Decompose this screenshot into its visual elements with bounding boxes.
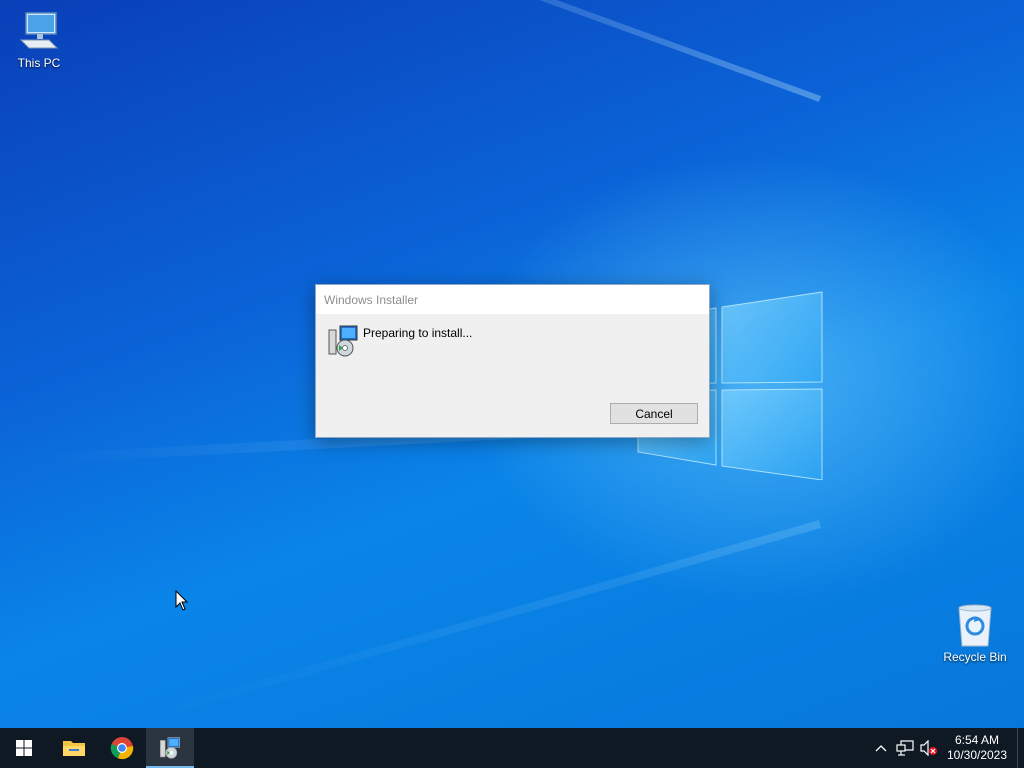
windows-installer-dialog: Windows Installer Preparing to install..… bbox=[315, 284, 710, 438]
network-icon bbox=[896, 740, 914, 756]
installer-icon bbox=[160, 737, 180, 759]
desktop-icon-label: This PC bbox=[17, 56, 61, 70]
show-desktop-button[interactable] bbox=[1017, 728, 1024, 768]
windows-start-icon bbox=[16, 740, 32, 756]
desktop: This PC Recycle Bin Windows Installer Pr… bbox=[0, 0, 1024, 728]
taskbar: 6:54 AM 10/30/2023 bbox=[0, 728, 1024, 768]
desktop-icon-recycle-bin[interactable]: Recycle Bin bbox=[937, 602, 1013, 664]
folder-icon bbox=[63, 741, 85, 756]
computer-icon bbox=[19, 12, 59, 49]
dialog-body: Preparing to install... Cancel bbox=[316, 314, 709, 436]
volume-button[interactable] bbox=[917, 728, 941, 768]
cancel-button[interactable]: Cancel bbox=[610, 403, 698, 424]
light-ray bbox=[146, 520, 822, 721]
chrome-icon bbox=[110, 737, 134, 760]
taskbar-windows-installer[interactable] bbox=[146, 728, 194, 768]
recycle-bin-icon bbox=[958, 604, 992, 647]
network-button[interactable] bbox=[893, 728, 917, 768]
desktop-icon-this-pc[interactable]: This PC bbox=[1, 10, 77, 70]
volume-muted-icon bbox=[920, 740, 937, 756]
mouse-cursor-icon bbox=[175, 590, 189, 611]
clock-time: 6:54 AM bbox=[954, 733, 1000, 747]
dialog-message: Preparing to install... bbox=[363, 326, 473, 340]
taskbar-chrome[interactable] bbox=[98, 728, 146, 768]
taskbar-file-explorer[interactable] bbox=[50, 728, 98, 768]
chevron-up-icon bbox=[875, 745, 887, 752]
light-ray bbox=[123, 0, 822, 102]
show-hidden-icons-button[interactable] bbox=[869, 728, 893, 768]
taskbar-clock[interactable]: 6:54 AM 10/30/2023 bbox=[941, 733, 1013, 763]
desktop-icon-label: Recycle Bin bbox=[943, 650, 1007, 664]
dialog-titlebar[interactable]: Windows Installer bbox=[316, 285, 709, 314]
start-button[interactable] bbox=[0, 728, 48, 768]
system-tray: 6:54 AM 10/30/2023 bbox=[869, 728, 1024, 768]
dialog-title: Windows Installer bbox=[324, 292, 419, 307]
installer-icon bbox=[328, 325, 358, 357]
clock-date: 10/30/2023 bbox=[946, 748, 1008, 762]
